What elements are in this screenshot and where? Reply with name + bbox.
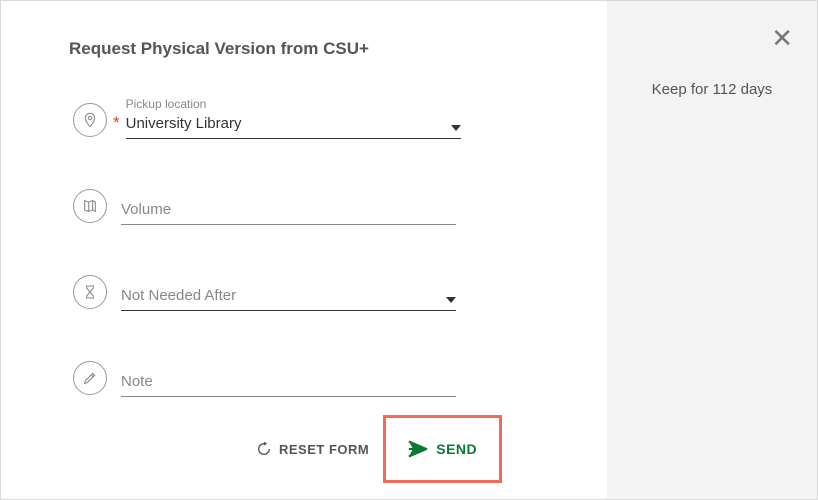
field-row-volume: [73, 189, 607, 225]
keep-duration-text: Keep for 112 days: [607, 81, 817, 98]
required-asterisk: *: [113, 114, 120, 131]
note-input[interactable]: [121, 369, 456, 397]
dialog: Request Physical Version from CSU+ * Pic…: [0, 0, 818, 500]
send-icon: [408, 440, 428, 458]
chevron-down-icon: [446, 297, 456, 303]
pickup-location-field: Pickup location: [126, 111, 461, 139]
close-icon[interactable]: ✕: [771, 25, 793, 51]
page-title: Request Physical Version from CSU+: [69, 39, 607, 59]
chevron-down-icon: [451, 125, 461, 131]
refresh-icon: [256, 441, 272, 457]
action-bar: RESET FORM SEND: [256, 415, 607, 483]
side-panel: ✕ Keep for 112 days: [607, 1, 817, 499]
pickup-label: Pickup location: [126, 97, 207, 111]
book-icon: [73, 189, 107, 223]
volume-input[interactable]: [121, 197, 456, 225]
volume-field: [121, 197, 456, 225]
reset-label: RESET FORM: [279, 442, 369, 457]
pin-icon: [73, 103, 107, 137]
not-needed-after-select[interactable]: [121, 283, 456, 311]
send-highlight-box: SEND: [383, 415, 502, 483]
field-row-pickup: * Pickup location: [73, 103, 607, 139]
send-label: SEND: [436, 441, 477, 457]
pencil-icon: [73, 361, 107, 395]
send-button[interactable]: SEND: [408, 440, 477, 458]
reset-form-button[interactable]: RESET FORM: [256, 441, 369, 457]
field-row-not-needed: [73, 275, 607, 311]
note-field: [121, 369, 456, 397]
pickup-location-select[interactable]: [126, 111, 461, 139]
field-row-note: [73, 361, 607, 397]
form-panel: Request Physical Version from CSU+ * Pic…: [1, 1, 607, 499]
hourglass-icon: [73, 275, 107, 309]
not-needed-field: [121, 283, 456, 311]
